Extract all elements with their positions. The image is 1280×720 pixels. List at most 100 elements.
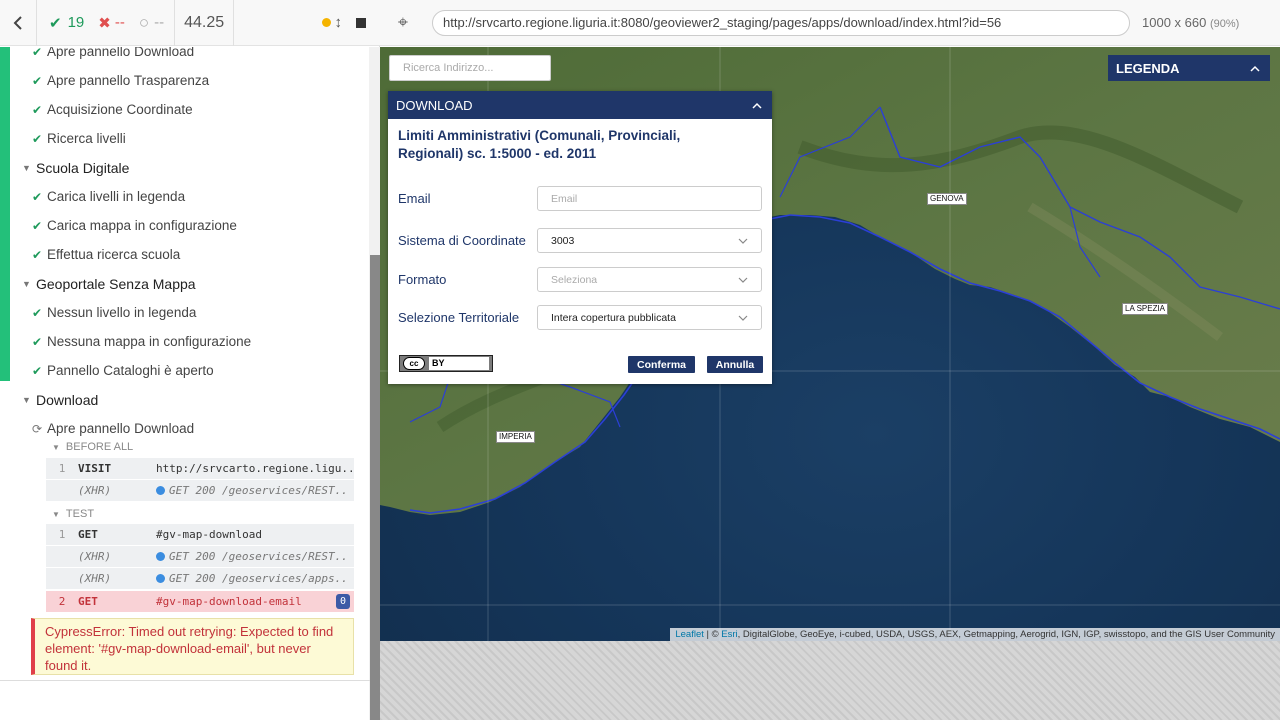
test-row[interactable]: ✔ Apre pannello Download [10, 47, 194, 66]
caret-down-icon: ▼ [22, 394, 31, 405]
address-search-input[interactable]: Ricerca Indirizzo... [389, 55, 551, 81]
pending-count[interactable]: ○ -- [135, 0, 174, 46]
format-select[interactable]: Seleziona [537, 267, 762, 292]
viewport-info: 1000 x 660 (90%) [1142, 15, 1240, 30]
test-row[interactable]: ✔ Acquisizione Coordinate [10, 95, 193, 124]
stop-icon[interactable] [356, 17, 366, 28]
cc-by-license-badge[interactable]: cc BY [399, 355, 493, 372]
command-message: GET 200 /geoservices/REST.. [156, 550, 354, 563]
spinner-icon: ⟳ [32, 421, 43, 436]
map-attribution: Leaflet | © Esri, DigitalGlobe, GeoEye, … [670, 628, 1280, 641]
running-indicator-icon [321, 18, 331, 27]
dataset-title: Limiti Amministrativi (Comunali, Provinc… [398, 128, 681, 161]
row-label: Effettua ricerca scuola [47, 247, 181, 262]
command-message-text: #gv-map-download-email [156, 595, 302, 608]
test-reporter: ✔ 19 ✖ -- ○ -- 44.25 ↕ ✔ Apre pannello Do… [0, 0, 380, 720]
map-canvas[interactable]: GENOVA LA SPEZIA IMPERIA Ricerca Indiriz… [380, 47, 1280, 641]
row-label: Nessun livello in legenda [47, 305, 197, 320]
city-label-la-spezia: LA SPEZIA [1122, 303, 1169, 315]
reporter-header: ✔ 19 ✖ -- ○ -- 44.25 ↕ [0, 0, 380, 46]
download-dialog-header[interactable]: DOWNLOAD [388, 91, 772, 119]
xhr-status-dot-icon [156, 552, 165, 561]
auto-scroll-icon[interactable]: ↕ [335, 14, 343, 31]
command-row[interactable]: (XHR) GET 200 /geoservices/apps.. [46, 568, 354, 590]
suite-row[interactable]: ▼ Download [10, 385, 98, 414]
row-label: Carica mappa in configurazione [47, 218, 237, 233]
row-label: Nessuna mappa in configurazione [47, 334, 252, 349]
aut-header: ⌖ http://srvcarto.regione.liguria.it:808… [380, 0, 1280, 46]
check-icon: ✔ [32, 189, 43, 204]
url-bar[interactable]: http://srvcarto.regione.liguria.it:8080/… [432, 9, 1130, 36]
test-row[interactable]: ✔ Carica mappa in configurazione [10, 211, 237, 240]
test-row[interactable]: ✔ Nessuna mappa in configurazione [10, 327, 251, 356]
command-name: (XHR) [78, 572, 112, 585]
check-icon: ✔ [49, 14, 62, 32]
test-row[interactable]: ✔ Ricerca livelli [10, 124, 126, 153]
check-icon: ✔ [32, 102, 43, 117]
command-row[interactable]: (XHR) GET 200 /geoservices/REST.. [46, 546, 354, 568]
test-row[interactable]: ✔ Carica livelli in legenda [10, 182, 185, 211]
row-label: Geoportale Senza Mappa [36, 275, 196, 292]
aut-background [380, 641, 1280, 720]
caret-down-icon: ▼ [52, 442, 60, 452]
hook-test[interactable]: ▼ TEST [52, 508, 94, 520]
row-label: Apre pannello Download [47, 47, 195, 59]
chevron-down-icon [738, 277, 748, 283]
failed-count[interactable]: ✖ -- [94, 0, 135, 46]
command-name: (XHR) [78, 550, 112, 563]
selector-playground-icon[interactable]: ⌖ [380, 12, 426, 33]
suite-row[interactable]: ▼ Geoportale Senza Mappa [10, 269, 196, 298]
check-icon: ✔ [32, 218, 43, 233]
check-icon: ✔ [32, 47, 43, 59]
caret-down-icon: ▼ [22, 278, 31, 289]
command-message-text: GET 200 /geoservices/REST.. [169, 484, 348, 497]
download-dialog: DOWNLOAD Limiti Amministrativi (Comunali… [388, 91, 772, 384]
format-label: Formato [398, 272, 447, 287]
test-row[interactable]: ⟳ Apre pannello Download [10, 414, 194, 443]
crs-label: Sistema di Coordinate [398, 233, 526, 248]
caret-down-icon: ▼ [22, 162, 31, 173]
command-row[interactable]: 1 GET #gv-map-download [46, 524, 354, 546]
test-row[interactable]: ✔ Pannello Cataloghi è aperto [10, 356, 214, 385]
test-row[interactable]: ✔ Nessun livello in legenda [10, 298, 196, 327]
crs-select[interactable]: 3003 [537, 228, 762, 253]
command-name: VISIT [78, 462, 112, 475]
legend-panel-toggle[interactable]: LEGENDA [1108, 55, 1270, 81]
check-icon: ✔ [32, 363, 43, 378]
error-message[interactable]: CypressError: Timed out retrying: Expect… [31, 618, 354, 675]
hook-before-all[interactable]: ▼ BEFORE ALL [52, 441, 133, 453]
cross-icon: ✖ [98, 14, 111, 32]
circle-icon: ○ [138, 12, 150, 32]
passed-count[interactable]: ✔ 19 [37, 0, 94, 46]
test-row[interactable]: ✔ Effettua ricerca scuola [10, 240, 180, 269]
command-row[interactable]: 2 GET #gv-map-download-email 0 [46, 591, 354, 613]
leaflet-link[interactable]: Leaflet [675, 629, 704, 640]
caret-down-icon: ▼ [52, 509, 60, 519]
check-icon: ✔ [32, 334, 43, 349]
reporter-tests: ✔ Apre pannello Download ✔ Apre pannello Tr… [0, 47, 370, 680]
city-label-imperia: IMPERIA [496, 431, 535, 443]
row-label: Scuola Digitale [36, 159, 130, 176]
command-name: GET [78, 595, 98, 608]
back-button[interactable] [0, 0, 36, 46]
suite-row[interactable]: ▼ Scuola Digitale [10, 153, 129, 182]
run-controls: ↕ [234, 0, 380, 46]
territory-select[interactable]: Intera copertura pubblicata [537, 305, 762, 330]
command-row[interactable]: (XHR) GET 200 /geoservices/REST.. [46, 480, 354, 502]
command-row[interactable]: 1 VISIT http://srvcarto.regione.ligu.. [46, 458, 354, 480]
command-number: 2 [58, 595, 66, 608]
test-row[interactable]: ✔ Apre pannello Trasparenza [10, 66, 209, 95]
command-name: GET [78, 528, 98, 541]
confirm-button[interactable]: Conferma [628, 356, 695, 373]
esri-link[interactable]: Esri [721, 629, 737, 640]
email-label: Email [398, 191, 431, 206]
check-icon: ✔ [32, 305, 43, 320]
chevron-up-icon[interactable] [752, 102, 762, 109]
chevron-down-icon [738, 315, 748, 321]
command-message-text: http://srvcarto.regione.ligu.. [156, 462, 354, 475]
email-field[interactable]: Email [537, 186, 762, 211]
reporter-scroll-thumb[interactable] [370, 255, 380, 720]
duration: 44.25 [184, 13, 225, 31]
command-message-text: GET 200 /geoservices/REST.. [169, 550, 348, 563]
cancel-button[interactable]: Annulla [707, 356, 763, 373]
